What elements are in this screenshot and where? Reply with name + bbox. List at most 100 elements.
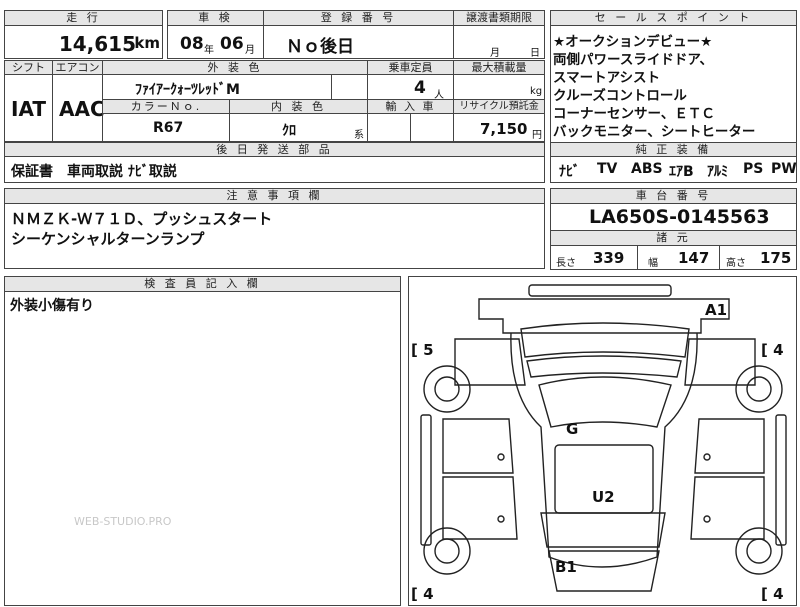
front-roof	[538, 376, 672, 428]
ac-value: AAC	[59, 97, 105, 121]
sales-points-cell: ★オークションデビュー★ 両側パワースライドドア、 スマートアシスト クルーズコ…	[550, 25, 797, 143]
specs-height-cell: 高さ 175	[719, 245, 797, 270]
right-rear-door-handle	[703, 515, 711, 523]
left-front-door	[442, 418, 514, 474]
interior-value: ｸﾛ	[282, 123, 296, 139]
color-no-value: R67	[153, 120, 184, 136]
mileage-header: 走 行	[4, 10, 163, 26]
wheel-front-left-outer	[423, 365, 471, 413]
left-rear-door-handle	[497, 515, 505, 523]
equipment-abs: ABS	[631, 161, 663, 177]
left-sill	[420, 414, 432, 546]
later-parts-header: 後 日 発 送 部 品	[4, 142, 545, 157]
transfer-month-unit: 月	[490, 48, 500, 59]
right-front-door	[694, 418, 765, 474]
chassis-value: LA650S-0145563	[589, 206, 770, 228]
equipment-alumi: ｱﾙﾐ	[707, 164, 728, 180]
chassis-header: 車 台 番 号	[550, 188, 797, 204]
sales-point-4: クルーズコントロール	[553, 88, 687, 104]
wheel-front-right-outer	[735, 365, 783, 413]
inspection-header: 車 検	[167, 10, 264, 26]
caution-header: 注 意 事 項 欄	[4, 188, 545, 204]
mark-left-bottom: [ 4	[411, 585, 434, 603]
mileage-unit: km	[134, 34, 160, 52]
body-outline	[510, 332, 698, 568]
shift-value: IAT	[11, 97, 47, 121]
chassis-cell: LA650S-0145563	[550, 203, 797, 231]
equipment-navi: ﾅﾋﾞ	[559, 164, 580, 180]
mark-a1: A1	[705, 301, 727, 319]
rear-panel	[540, 512, 666, 548]
specs-length-value: 339	[593, 249, 625, 267]
inspection-month-unit: 月	[245, 45, 255, 56]
inspector-cell: 外装小傷有り	[4, 291, 401, 606]
capacity-value: 4	[414, 78, 426, 98]
interior-suffix: 系	[354, 130, 364, 141]
car-diagram-frame: A1 G U2 B1 [ 5 [ 4 [ 4 [ 4	[408, 276, 797, 606]
mark-u2: U2	[592, 488, 615, 506]
recycle-unit: 円	[532, 130, 542, 141]
shift-cell: IAT	[4, 74, 53, 142]
mark-left-top: [ 5	[411, 341, 434, 359]
import-cell-b	[410, 113, 454, 142]
transfer-header: 譲渡書類期限	[453, 10, 545, 26]
mileage-value: 14,615	[58, 32, 136, 56]
shift-header: シフト	[4, 60, 53, 75]
windshield-inner	[526, 355, 682, 378]
sales-points-header: セ ー ル ス ポ イ ン ト	[550, 10, 797, 26]
ac-cell: AAC	[52, 74, 105, 142]
inspection-cell: 08 年 06 月	[167, 25, 264, 59]
specs-width-cell: 幅 147	[637, 245, 720, 270]
mark-g: G	[566, 420, 578, 438]
inspector-value: 外装小傷有り	[10, 298, 94, 314]
specs-height-value: 175	[760, 249, 792, 267]
caution-line-1: ＮＭＺＫ-Ｗ７１Ｄ、プッシュスタート	[11, 210, 273, 228]
right-sill	[775, 414, 787, 546]
specs-length-label: 長さ	[556, 258, 576, 269]
later-parts-value: 保証書 車両取説 ﾅﾋﾞ取説	[11, 164, 177, 180]
exterior-header: 外 装 色	[102, 60, 368, 75]
sales-point-5: コーナーセンサー、ＥＴＣ	[553, 106, 715, 122]
right-rear-door	[690, 476, 765, 540]
inspector-header: 検 査 員 記 入 欄	[4, 276, 401, 292]
caution-line-2: シーケンシャルターンランプ	[11, 230, 205, 248]
equipment-cell: ﾅﾋﾞ TV ABS ｴｱB ｱﾙﾐ PS PW	[550, 156, 797, 183]
interior-cell: ｸﾛ 系	[229, 113, 368, 142]
later-parts-cell: 保証書 車両取説 ﾅﾋﾞ取説	[4, 156, 545, 183]
max-load-unit: kg	[530, 86, 543, 97]
windshield	[520, 322, 690, 358]
left-front-door-handle	[497, 453, 505, 461]
wheel-rear-right-inner	[746, 538, 772, 564]
max-load-cell: kg	[453, 74, 545, 100]
transfer-cell: 月 日	[453, 25, 545, 59]
recycle-header: リサイクル預託金	[453, 99, 545, 114]
sales-point-6: バックモニター、シートヒーター	[553, 124, 756, 140]
import-header: 輸 入 車	[367, 99, 454, 114]
watermark: WEB-STUDIO.PRO	[74, 515, 172, 528]
registration-value: Ｎｏ後日	[286, 37, 354, 57]
max-load-header: 最大積載量	[453, 60, 545, 75]
inspection-month: 06	[220, 34, 244, 54]
front-bumper	[478, 298, 730, 334]
wheel-rear-left-outer	[423, 527, 471, 575]
caution-cell: ＮＭＺＫ-Ｗ７１Ｄ、プッシュスタート シーケンシャルターンランプ	[4, 203, 545, 269]
capacity-cell: 4 人	[367, 74, 454, 101]
wheel-front-right-inner	[746, 376, 772, 402]
wheel-rear-left-inner	[434, 538, 460, 564]
specs-width-value: 147	[678, 249, 710, 267]
sales-point-3: スマートアシスト	[553, 70, 661, 86]
roof-spoiler	[528, 284, 672, 297]
recycle-cell: 7,150 円	[453, 113, 545, 142]
specs-width-label: 幅	[648, 258, 658, 269]
equipment-airbag: ｴｱB	[669, 164, 694, 180]
recycle-value: 7,150	[480, 120, 528, 138]
car-diagram: A1 G U2 B1 [ 5 [ 4 [ 4 [ 4	[411, 284, 787, 603]
specs-height-label: 高さ	[726, 258, 746, 269]
interior-header: 内 装 色	[229, 99, 368, 114]
color-no-cell: R67	[102, 113, 230, 142]
ac-header: エアコン	[52, 60, 103, 75]
right-front-door-handle	[703, 453, 711, 461]
registration-cell: Ｎｏ後日	[263, 25, 454, 59]
mileage-cell: 14,615 km	[4, 25, 163, 59]
exterior-cell: ﾌｧｲｱｰｸｫｰﾂﾚｯﾄﾞM	[102, 74, 332, 100]
